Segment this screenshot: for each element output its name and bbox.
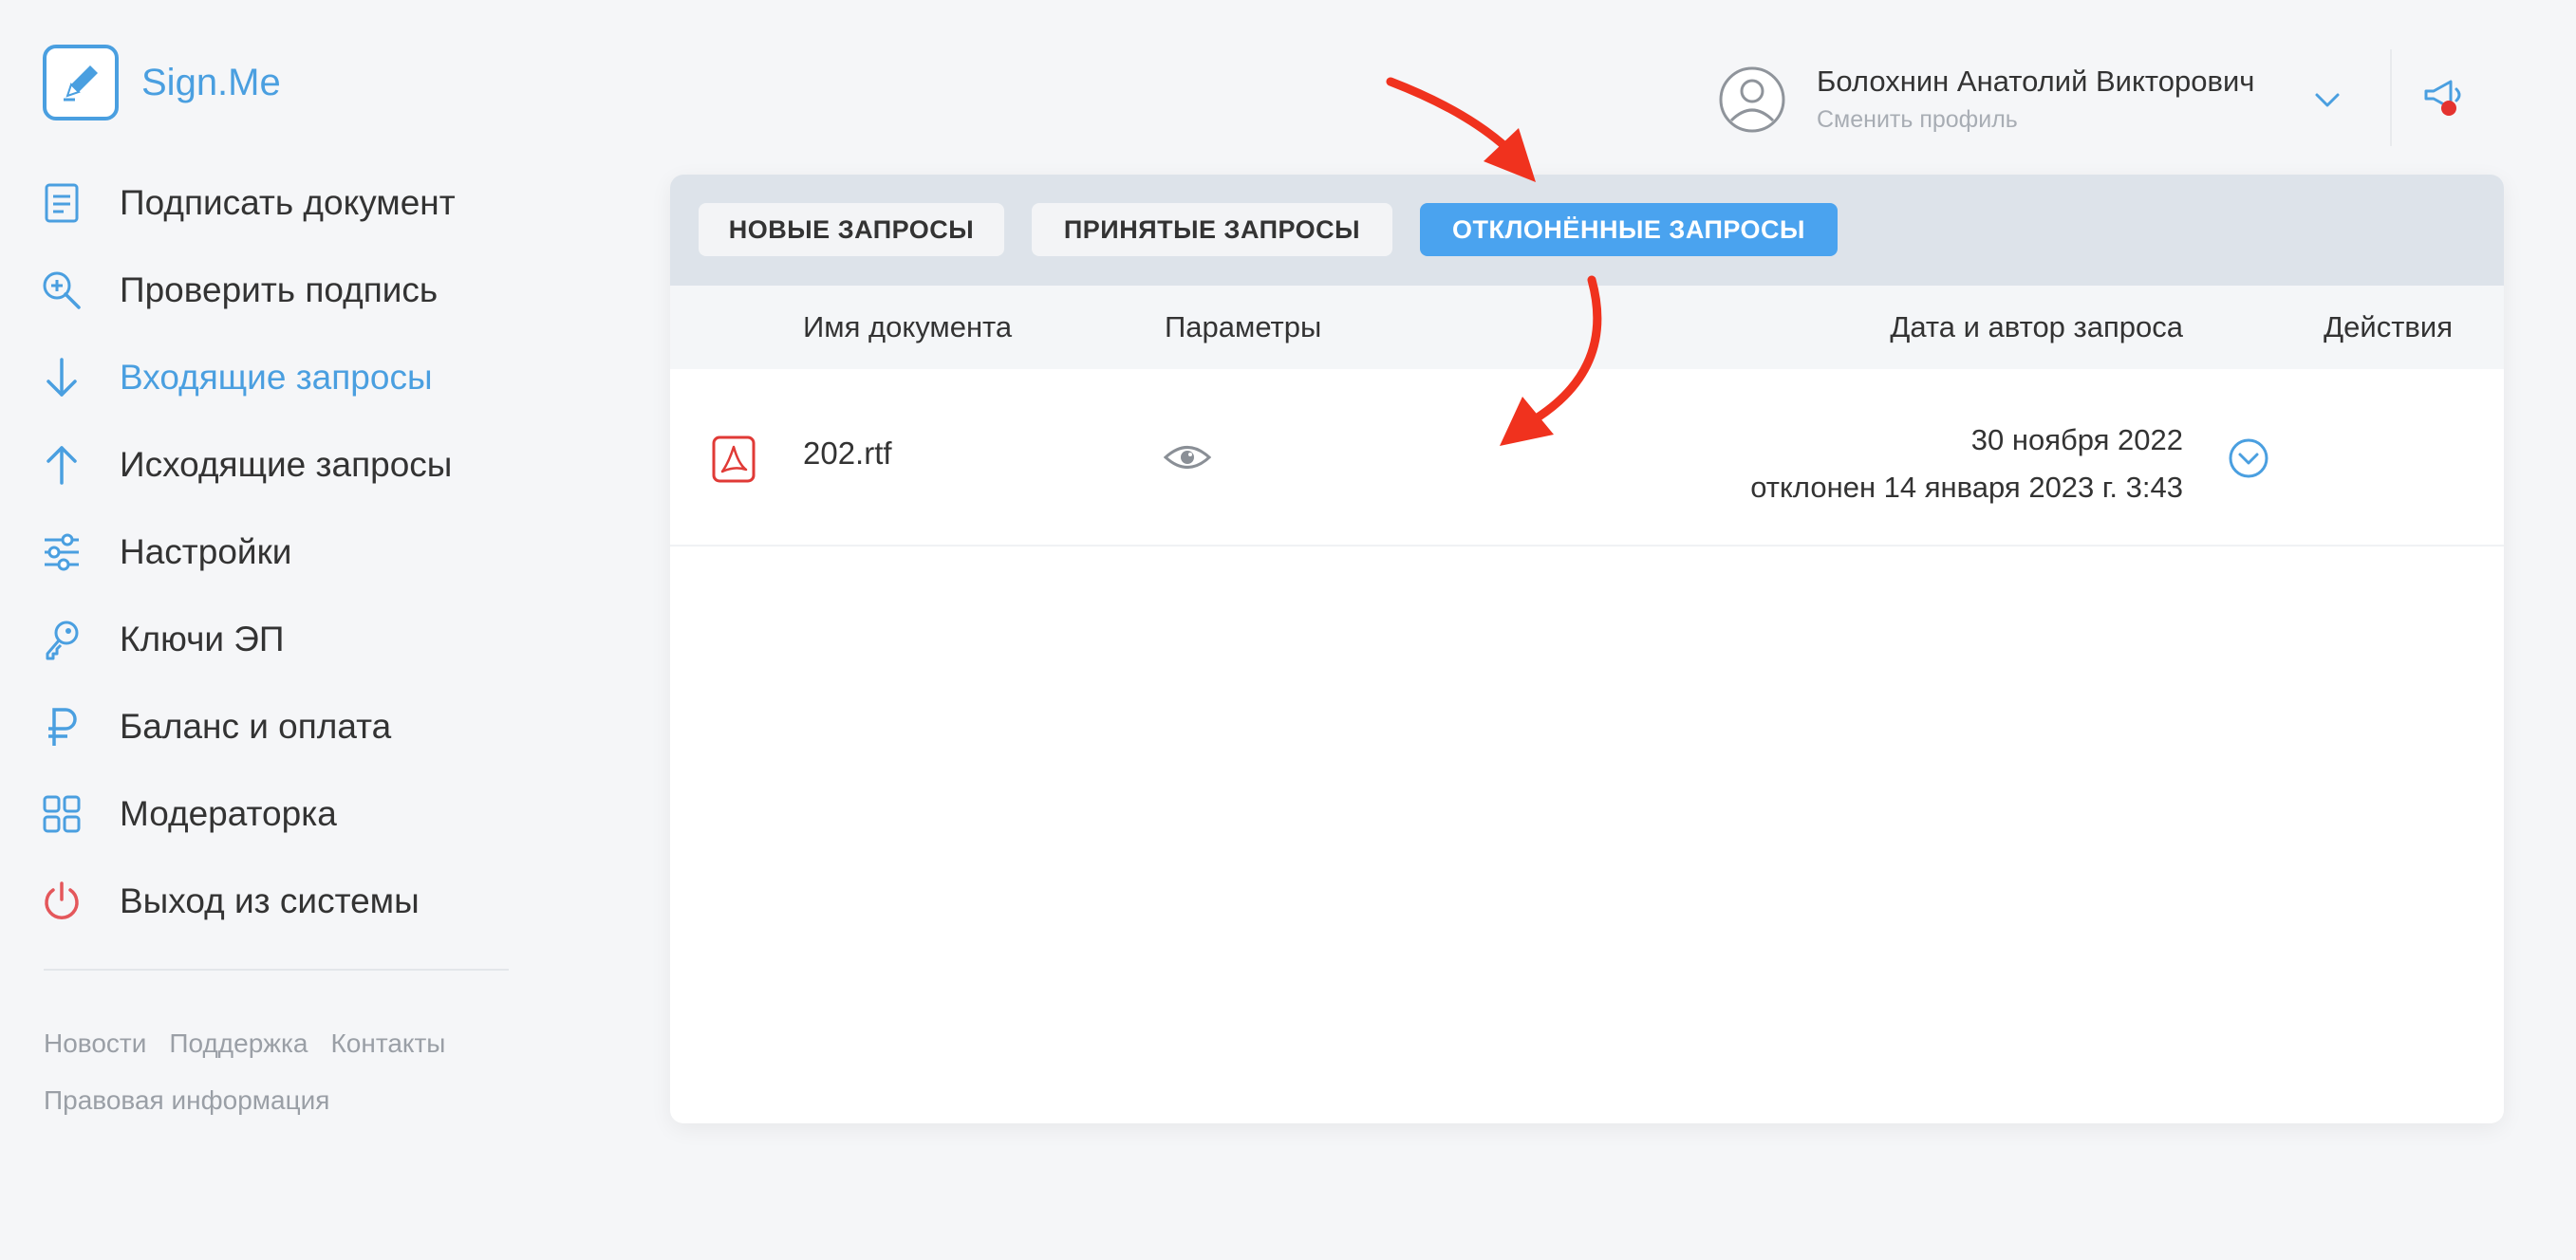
footer-link-contacts[interactable]: Контакты — [330, 1028, 445, 1058]
tab-bar: НОВЫЕ ЗАПРОСЫ ПРИНЯТЫЕ ЗАПРОСЫ ОТКЛОНЁНН… — [670, 175, 2504, 286]
sidebar-item-logout[interactable]: Выход из системы — [38, 858, 513, 945]
requests-panel: НОВЫЕ ЗАПРОСЫ ПРИНЯТЫЕ ЗАПРОСЫ ОТКЛОНЁНН… — [670, 175, 2504, 1123]
profile-switcher[interactable]: Болохнин Анатолий Викторович Сменить про… — [1718, 65, 2254, 134]
document-name[interactable]: 202.rtf — [803, 435, 892, 472]
chevron-circle-down-icon[interactable] — [2228, 437, 2269, 484]
key-icon — [38, 616, 85, 663]
grid-icon — [38, 790, 85, 838]
pdf-file-icon — [712, 435, 756, 488]
arrow-down-icon — [38, 354, 85, 401]
sidebar-item-label: Подписать документ — [120, 183, 456, 222]
sidebar-item-label: Баланс и оплата — [120, 707, 392, 746]
sidebar-item-label: Проверить подпись — [120, 270, 439, 309]
sidebar-divider — [44, 969, 509, 971]
sidebar-item-label: Ключи ЭП — [120, 620, 285, 658]
chevron-down-icon[interactable] — [2313, 85, 2342, 119]
magnifier-plus-icon — [38, 267, 85, 314]
footer-links: Новости Поддержка Контакты Правовая информ… — [44, 1015, 468, 1129]
request-date-block: 30 ноября 2022 отклонен 14 января 2023 г… — [1750, 417, 2183, 511]
power-icon — [38, 878, 85, 925]
document-icon — [38, 179, 85, 227]
sidebar-item-verify-signature[interactable]: Проверить подпись — [38, 247, 513, 334]
sidebar-item-sign-document[interactable]: Подписать документ — [38, 159, 513, 247]
tab-accepted-requests[interactable]: ПРИНЯТЫЕ ЗАПРОСЫ — [1032, 203, 1392, 256]
ruble-icon — [38, 703, 85, 750]
eye-icon[interactable] — [1163, 443, 1212, 476]
footer-link-legal[interactable]: Правовая информация — [44, 1085, 329, 1115]
sidebar-item-label: Выход из системы — [120, 881, 420, 920]
sidebar-item-outgoing-requests[interactable]: Исходящие запросы — [38, 421, 513, 509]
tab-rejected-requests[interactable]: ОТКЛОНЁННЫЕ ЗАПРОСЫ — [1420, 203, 1838, 256]
app-logo[interactable]: Sign.Me — [43, 45, 281, 120]
column-header-actions: Действия — [2324, 310, 2453, 343]
sidebar-item-label: Модераторка — [120, 794, 337, 833]
tab-new-requests[interactable]: НОВЫЕ ЗАПРОСЫ — [699, 203, 1004, 256]
avatar-user-icon — [1718, 65, 1786, 134]
column-header-document-name: Имя документа — [803, 310, 1013, 343]
header-divider — [2390, 49, 2392, 146]
table-header: Имя документа Параметры Дата и автор зап… — [670, 286, 2504, 369]
sidebar-item-label: Входящие запросы — [120, 358, 433, 397]
column-header-parameters: Параметры — [1165, 310, 1322, 343]
footer-link-news[interactable]: Новости — [44, 1028, 146, 1058]
arrow-up-icon — [38, 441, 85, 489]
request-date: 30 ноября 2022 — [1970, 423, 2183, 456]
table-row: 202.rtf 30 ноября 2022 отклонен 14 январ… — [670, 369, 2504, 547]
footer-link-support[interactable]: Поддержка — [169, 1028, 308, 1058]
sliders-icon — [38, 528, 85, 576]
annotation-arrow — [1386, 77, 1516, 157]
profile-name: Болохнин Анатолий Викторович — [1817, 65, 2255, 98]
sidebar-item-keys[interactable]: Ключи ЭП — [38, 596, 513, 683]
sidebar-item-label: Настройки — [120, 532, 292, 571]
megaphone-icon[interactable] — [2420, 74, 2466, 124]
rejection-status: отклонен 14 января 2023 г. 3:43 — [1750, 471, 2183, 504]
sidebar-item-settings[interactable]: Настройки — [38, 509, 513, 596]
app-name: Sign.Me — [141, 61, 281, 103]
switch-profile-label: Сменить профиль — [1817, 106, 2018, 133]
notification-dot — [2441, 101, 2456, 116]
sidebar-item-moderation[interactable]: Модераторка — [38, 770, 513, 858]
column-header-date-author: Дата и автор запроса — [1890, 310, 2183, 343]
sidebar-item-incoming-requests[interactable]: Входящие запросы — [38, 334, 513, 421]
sidebar-item-label: Исходящие запросы — [120, 445, 453, 484]
pen-logo-icon — [43, 45, 119, 120]
sidebar-item-balance[interactable]: Баланс и оплата — [38, 683, 513, 770]
sidebar-nav: Подписать документ Проверить подпись Вхо… — [38, 159, 513, 945]
